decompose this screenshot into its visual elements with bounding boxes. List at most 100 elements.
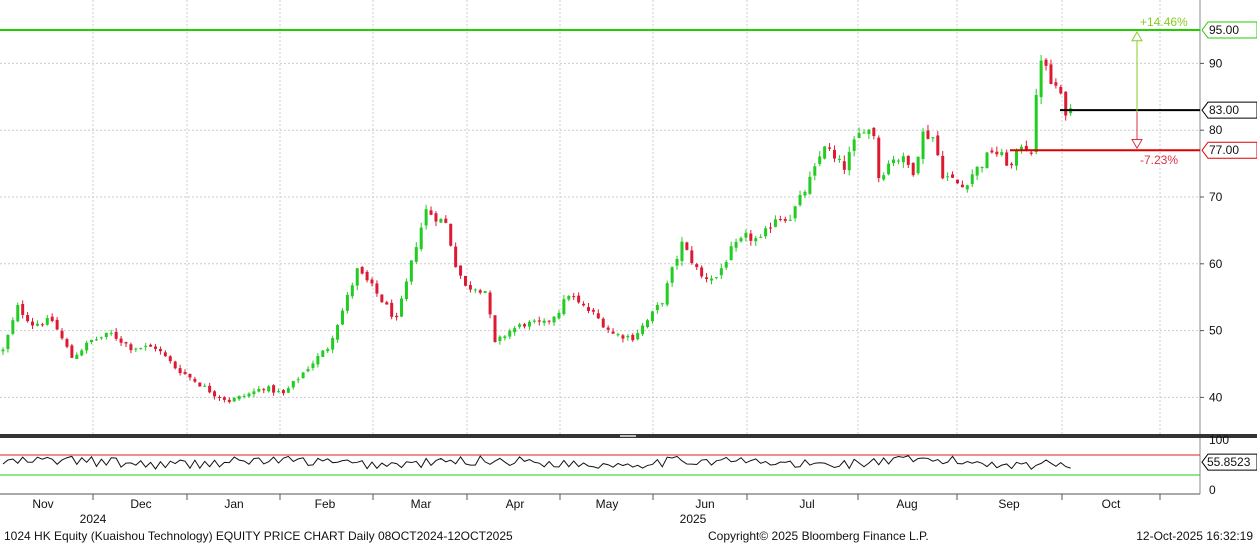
candle-body — [237, 395, 241, 400]
candle-body — [601, 318, 605, 328]
candle-body — [759, 236, 763, 238]
candle-body — [941, 155, 945, 179]
candle-body — [626, 335, 630, 338]
candle-body — [975, 166, 979, 176]
candle-body — [911, 162, 915, 176]
candle-body — [783, 219, 787, 221]
candle-body — [567, 296, 571, 300]
candle-body — [892, 159, 896, 164]
candle-body — [828, 147, 832, 149]
candle-body — [213, 391, 217, 397]
candle-body — [685, 242, 689, 250]
candle-body — [296, 379, 300, 381]
month-label: Mar — [411, 497, 432, 511]
candle-body — [316, 356, 320, 365]
candle-body — [1005, 152, 1009, 166]
candle-body — [680, 241, 684, 261]
candle-body — [700, 267, 704, 277]
candle-body — [724, 262, 728, 268]
candle-body — [80, 350, 84, 356]
candle-body — [936, 135, 940, 156]
candle-body — [788, 219, 792, 221]
candle-body — [104, 332, 108, 338]
candle-body — [808, 176, 812, 194]
rsi-panel: 0 100 55.8523 — [0, 433, 1257, 497]
month-label: Sep — [998, 497, 1020, 511]
candle-body — [365, 271, 369, 281]
candle-body — [1010, 163, 1014, 166]
month-label: Jul — [799, 497, 814, 511]
candle-body — [985, 152, 989, 169]
month-label: Jun — [695, 497, 714, 511]
candle-body — [331, 338, 335, 350]
candle-body — [995, 151, 999, 155]
candle-body — [503, 336, 507, 338]
candle-body — [168, 356, 172, 362]
candle-body — [50, 316, 54, 322]
candle-body — [542, 320, 546, 323]
rsi-tick-label: 100 — [1209, 433, 1229, 447]
candle-body — [11, 320, 15, 334]
candle-body — [660, 303, 664, 305]
candle-body — [75, 354, 79, 359]
candle-body — [813, 166, 817, 176]
candle-body — [478, 290, 482, 293]
candle-body — [459, 265, 463, 276]
month-label: Oct — [1102, 497, 1121, 511]
upside-percent-label: +14.46% — [1140, 15, 1188, 29]
price-axis: 40 50 60 70 80 90 95.00 83.00 77.00 — [1200, 21, 1257, 404]
candle-body — [291, 380, 295, 388]
candle-body — [773, 219, 777, 227]
candle-body — [99, 337, 103, 339]
rsi-line — [2, 455, 1071, 470]
candle-body — [400, 298, 404, 317]
candle-body — [395, 315, 399, 318]
candle-body — [35, 323, 39, 326]
candle-body — [277, 391, 281, 393]
candle-body — [217, 397, 221, 399]
candle-body — [532, 320, 536, 322]
candle-body — [586, 307, 590, 311]
candle-body — [286, 388, 290, 393]
month-label: May — [596, 497, 619, 511]
candle-body — [498, 336, 502, 341]
candle-body — [951, 174, 955, 178]
candle-body — [754, 238, 758, 242]
downside-percent-label: -7.23% — [1140, 153, 1178, 167]
candle-body — [409, 260, 413, 282]
candle-body — [336, 325, 340, 340]
candle-body — [272, 385, 276, 393]
candle-body — [960, 184, 964, 188]
candle-body — [124, 342, 128, 344]
candle-body — [695, 264, 699, 268]
candle-body — [173, 361, 177, 369]
candle-body — [818, 156, 822, 164]
candle-body — [444, 218, 448, 223]
candle-body — [970, 174, 974, 185]
candle-body — [85, 342, 89, 351]
candle-body — [847, 152, 851, 171]
candle-body — [247, 393, 251, 397]
candle-body — [1015, 150, 1019, 166]
candle-body — [134, 348, 138, 350]
candle-body — [562, 299, 566, 315]
candle-body — [21, 304, 25, 315]
candle-body — [473, 289, 477, 291]
candle-body — [798, 194, 802, 206]
candle-body — [350, 285, 354, 297]
candle-body — [734, 241, 738, 248]
candle-body — [621, 335, 625, 339]
candle-body — [222, 397, 226, 400]
candle-body — [242, 395, 246, 397]
grid-lines — [0, 0, 1201, 494]
price-tick-label: 40 — [1209, 390, 1223, 404]
candle-body — [714, 277, 718, 279]
candle-body — [321, 350, 325, 357]
candle-body — [749, 233, 753, 241]
candle-body — [887, 163, 891, 175]
footer-bar: 1024 HK Equity (Kuaishou Technology) EQU… — [0, 526, 1257, 545]
candle-body — [385, 302, 389, 305]
candle-body — [690, 250, 694, 264]
candle-body — [955, 179, 959, 184]
price-tick-label: 50 — [1209, 324, 1223, 338]
